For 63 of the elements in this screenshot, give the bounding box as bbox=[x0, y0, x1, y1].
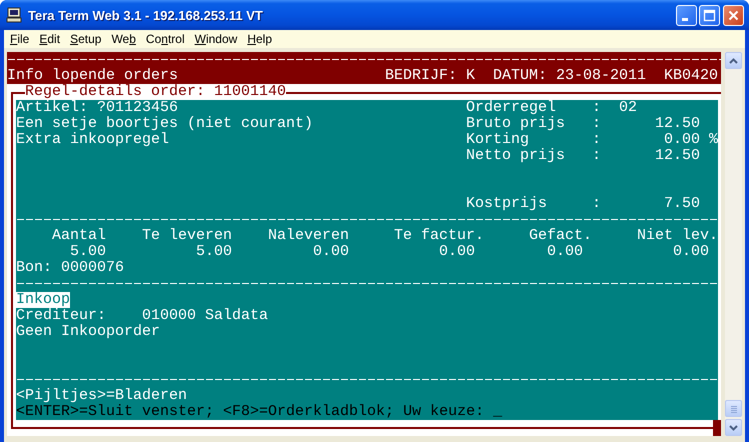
field-label: Korting bbox=[466, 132, 530, 148]
purchase-status: Geen Inkooporder bbox=[16, 324, 162, 340]
column-header: Te factur. bbox=[392, 228, 484, 244]
field-colon: : bbox=[592, 132, 601, 148]
maximize-button[interactable] bbox=[699, 4, 720, 26]
column-header: Niet lev. bbox=[636, 228, 718, 244]
voucher-number: Bon: 0000076 bbox=[16, 260, 126, 276]
field-label: Netto prijs bbox=[466, 148, 566, 164]
column-header: Naleveren bbox=[266, 228, 349, 244]
field-value: 12.50 bbox=[654, 116, 700, 132]
column-header: Te leveren bbox=[140, 228, 232, 244]
field-value: 12.50 bbox=[654, 148, 700, 164]
article-text: Artikel: ?01123456 bbox=[16, 100, 180, 116]
field-colon: : bbox=[592, 100, 601, 116]
field-colon: : bbox=[592, 196, 601, 212]
table-cell-text: 0.00 bbox=[672, 244, 709, 260]
menu-item[interactable]: Window bbox=[190, 31, 242, 47]
program-code: KB0420 bbox=[664, 68, 718, 84]
table-cell-text: 5.00 bbox=[68, 244, 106, 260]
field-value: 0.00 bbox=[662, 132, 700, 148]
table-cell-text: 0.00 bbox=[438, 244, 475, 260]
table-cell-text: 0.00 bbox=[546, 244, 583, 260]
menu-item[interactable]: File bbox=[6, 31, 34, 47]
menu-item[interactable]: Control bbox=[142, 31, 189, 47]
menu-item[interactable]: Setup bbox=[66, 31, 106, 47]
menu-item[interactable]: Web bbox=[107, 31, 140, 47]
field-value: 7.50 bbox=[662, 196, 700, 212]
note-text: Extra inkoopregel bbox=[16, 132, 170, 148]
company-label: BEDRIJF: K bbox=[385, 68, 475, 84]
field-label: Kostprijs bbox=[466, 196, 548, 212]
creditor-value: 010000 Saldata bbox=[142, 308, 270, 324]
unit-label: % bbox=[709, 132, 718, 148]
screen-title: Info lopende orders bbox=[7, 68, 178, 84]
creditor-label: Crediteur: bbox=[16, 308, 108, 324]
text-cursor: _ bbox=[493, 404, 502, 420]
minimize-button[interactable] bbox=[676, 4, 697, 26]
key-hint: <Pijltjes>=Bladeren bbox=[16, 388, 188, 404]
scroll-down-button[interactable] bbox=[725, 419, 742, 436]
menu-item[interactable]: Edit bbox=[35, 31, 64, 47]
close-icon bbox=[727, 8, 740, 22]
terminal-icon bbox=[6, 7, 22, 23]
scroll-up-button[interactable] bbox=[725, 52, 742, 69]
panel-title: Regel-details order: 11001140 bbox=[25, 84, 286, 100]
column-header: Gefact. bbox=[528, 228, 592, 244]
field-label: Orderregel bbox=[466, 100, 558, 116]
grip-icon bbox=[730, 404, 738, 412]
field-colon: : bbox=[592, 116, 601, 132]
description-text: Een setje boortjes (niet courant) bbox=[16, 116, 314, 132]
table-cell-text: 5.00 bbox=[194, 244, 232, 260]
date-label: DATUM: 23-08-2011 bbox=[493, 68, 646, 84]
maximize-icon bbox=[703, 8, 716, 22]
section-title: Inkoop bbox=[16, 292, 70, 308]
menu-item[interactable]: Help bbox=[243, 31, 276, 47]
scroll-thumb[interactable] bbox=[725, 400, 742, 417]
field-colon: : bbox=[592, 148, 601, 164]
minimize-icon bbox=[682, 18, 688, 20]
column-header: Aantal bbox=[50, 228, 106, 244]
window-title: Tera Term Web 3.1 - 192.168.253.11 VT bbox=[28, 8, 264, 22]
close-button[interactable] bbox=[723, 4, 744, 26]
table-cell-text: 0.00 bbox=[312, 244, 349, 260]
prompt-text: <ENTER>=Sluit venster; <F8>=Orderkladblok; Uw keuze: bbox=[16, 404, 484, 420]
field-label: Bruto prijs bbox=[466, 116, 566, 132]
field-value: 02 bbox=[619, 100, 638, 116]
